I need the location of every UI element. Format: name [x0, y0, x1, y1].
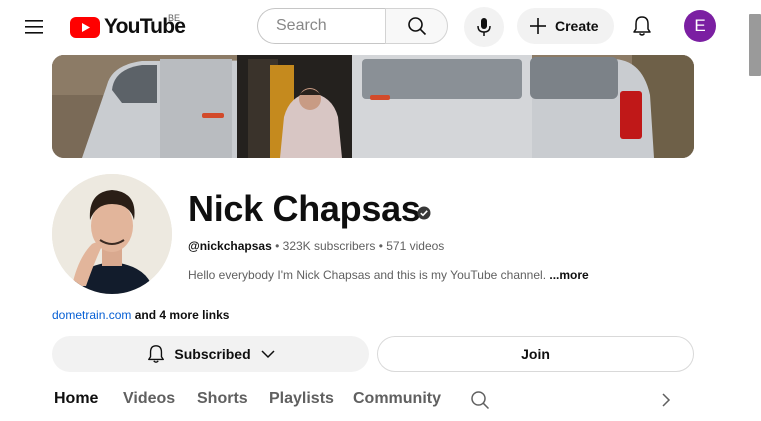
- plus-icon: [530, 18, 546, 34]
- tab-shorts[interactable]: Shorts: [197, 389, 248, 409]
- tab-videos[interactable]: Videos: [123, 389, 175, 409]
- country-code: BE: [168, 13, 181, 23]
- bell-icon: [633, 16, 651, 36]
- search-button[interactable]: [385, 8, 448, 44]
- meta-separator: •: [275, 239, 280, 253]
- channel-description[interactable]: Hello everybody I'm Nick Chapsas and thi…: [188, 268, 589, 282]
- youtube-play-icon: [70, 16, 100, 38]
- create-button[interactable]: Create: [517, 8, 614, 44]
- description-more-link[interactable]: ...more: [549, 268, 588, 282]
- subscriber-count: 323K subscribers: [282, 239, 376, 253]
- chevron-right-icon[interactable]: [656, 390, 676, 410]
- meta-separator: •: [378, 239, 383, 253]
- description-text: Hello everybody I'm Nick Chapsas and thi…: [188, 268, 547, 282]
- search-icon: [407, 17, 426, 36]
- channel-banner: [52, 55, 694, 158]
- scrollbar-thumb[interactable]: [749, 14, 761, 76]
- menu-icon[interactable]: [22, 14, 48, 40]
- channel-search-icon[interactable]: [469, 389, 491, 411]
- verified-badge-icon: [417, 206, 431, 220]
- channel-link[interactable]: dometrain.com: [52, 308, 131, 322]
- account-avatar[interactable]: E: [684, 10, 716, 42]
- channel-meta: @nickchapsas • 323K subscribers • 571 vi…: [188, 239, 444, 253]
- tab-community[interactable]: Community: [353, 389, 441, 409]
- subscribed-button[interactable]: Subscribed: [52, 336, 369, 372]
- channel-name: Nick Chapsas: [188, 188, 421, 229]
- channel-links: dometrain.com and 4 more links: [52, 308, 229, 322]
- notifications-button[interactable]: [626, 10, 658, 42]
- tab-home[interactable]: Home: [54, 389, 98, 409]
- search-input[interactable]: [274, 16, 385, 36]
- microphone-icon: [477, 18, 491, 36]
- create-label: Create: [555, 18, 599, 34]
- subscribed-label: Subscribed: [174, 346, 251, 362]
- bell-icon: [148, 345, 165, 363]
- join-label: Join: [521, 346, 550, 362]
- channel-avatar[interactable]: [52, 174, 172, 294]
- video-count: 571 videos: [386, 239, 445, 253]
- join-button[interactable]: Join: [377, 336, 694, 372]
- search-field[interactable]: [257, 8, 385, 44]
- chevron-down-icon: [261, 350, 275, 359]
- tab-playlists[interactable]: Playlists: [269, 389, 334, 409]
- more-links[interactable]: and 4 more links: [135, 308, 230, 322]
- channel-handle: @nickchapsas: [188, 239, 272, 253]
- voice-search-button[interactable]: [464, 7, 504, 47]
